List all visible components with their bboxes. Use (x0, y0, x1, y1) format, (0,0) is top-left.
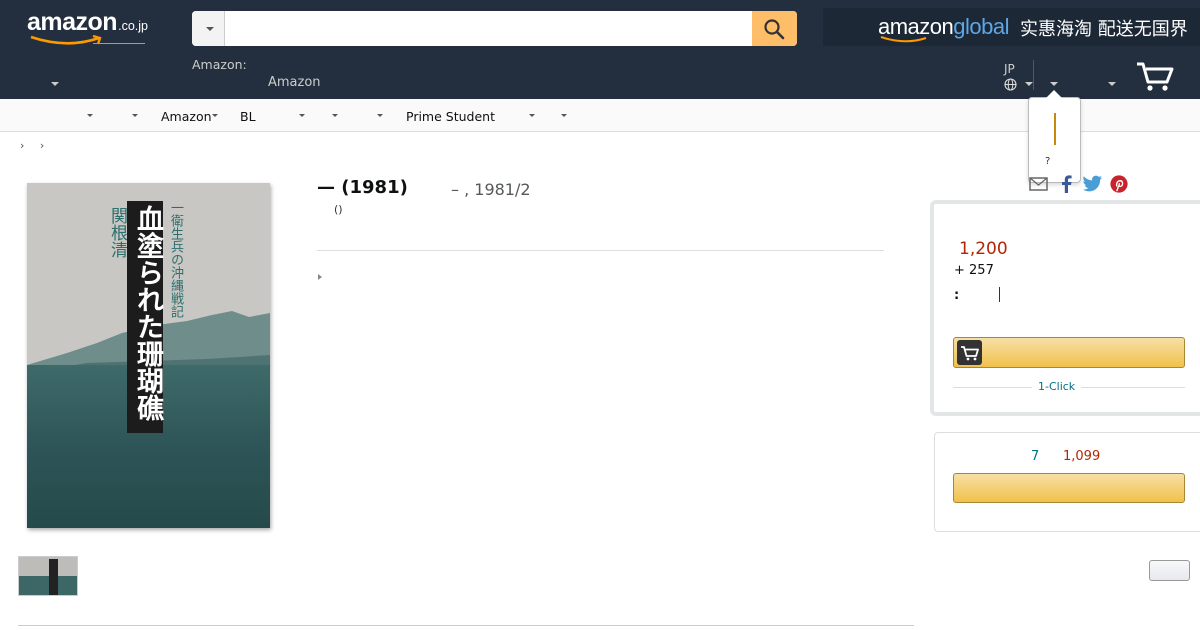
used-offer-price: 1,099 (1063, 449, 1101, 464)
book-cover-image[interactable]: 関根清 血塗られた珊瑚礁 一衛生兵の沖縄戦記 (27, 183, 270, 528)
global-logo-accent: global (953, 14, 1009, 39)
global-slogan: 实惠海淘 配送无国界 (1020, 19, 1188, 40)
nav-caret-icon[interactable] (529, 114, 535, 117)
logo-underline (93, 43, 145, 44)
cart-button-icon-box (957, 340, 982, 365)
account-popover[interactable]: ? (1028, 90, 1081, 183)
product-format: () (334, 203, 343, 216)
nav-caret-icon[interactable] (377, 114, 383, 117)
popover-question[interactable]: ? (1045, 156, 1050, 167)
twitter-icon[interactable] (1083, 175, 1103, 192)
search-bar (192, 11, 797, 46)
cover-subtitle: 一衛生兵の沖縄戦記 (168, 201, 183, 318)
expand-arrow-icon[interactable] (318, 274, 322, 280)
price: 1,200 (959, 239, 1008, 259)
section-divider (317, 250, 884, 251)
used-offers-box: 7 1,099 (934, 432, 1200, 532)
nav-item-bl[interactable]: BL (240, 109, 256, 124)
logo-tld: .co.jp (118, 19, 148, 33)
nav-caret-icon[interactable] (132, 114, 138, 117)
amazon-global-banner[interactable]: amazonglobal 实惠海淘 配送无国界 (823, 8, 1200, 46)
orders-caret-icon[interactable] (1108, 82, 1116, 86)
language-caret-icon[interactable] (1025, 82, 1033, 86)
nav-item-amazon[interactable]: Amazon (161, 109, 212, 124)
pinterest-icon[interactable] (1110, 175, 1128, 193)
cover-title: 血塗られた珊瑚礁 (132, 205, 163, 421)
search-icon (764, 19, 785, 40)
caret-down-icon (206, 27, 214, 31)
email-share-icon[interactable] (1029, 175, 1049, 191)
amazon-logo[interactable]: amazon.co.jp (27, 8, 157, 48)
shipping-fee: + 257 (954, 263, 994, 278)
search-button[interactable] (752, 11, 797, 46)
product-title: — (1981) (317, 177, 408, 198)
small-button[interactable] (1149, 560, 1190, 581)
delivery-location-label[interactable]: Amazon: (192, 57, 247, 72)
header-separator (1033, 60, 1034, 90)
facebook-icon[interactable] (1058, 175, 1076, 193)
delivery-info: : (954, 287, 1000, 303)
smile-icon (30, 35, 102, 45)
product-meta: – , 1981/2 (451, 180, 531, 199)
category-nav: Amazon BL Prime Student (0, 99, 1200, 132)
breadcrumb[interactable]: › › (20, 139, 50, 152)
globe-icon (1004, 78, 1017, 91)
nav-caret-icon[interactable] (87, 114, 93, 117)
section-divider (18, 625, 914, 626)
language-selector[interactable]: JP (1004, 62, 1017, 94)
top-header: amazon.co.jp amazonglobal 实惠海淘 配送无国界 Ama… (0, 0, 1200, 99)
text-cursor (999, 287, 1000, 302)
cover-author: 関根清 (107, 207, 127, 258)
nav-item-prime-student[interactable]: Prime Student (406, 109, 495, 124)
cart-icon (961, 346, 979, 361)
logo-word: amazon (27, 8, 118, 36)
see-used-offers-button[interactable] (953, 473, 1185, 503)
nav-caret-icon[interactable] (561, 114, 567, 117)
all-menu-caret-icon[interactable] (51, 82, 59, 86)
search-scope-dropdown[interactable] (192, 11, 225, 46)
nav-caret-icon[interactable] (332, 114, 338, 117)
delivery-location-value[interactable]: Amazon (268, 75, 321, 90)
popover-bar (1054, 113, 1056, 145)
nav-caret-icon[interactable] (212, 114, 218, 117)
search-input[interactable] (225, 11, 752, 46)
used-offer-count[interactable]: 7 (1031, 449, 1039, 464)
cart-icon[interactable] (1135, 60, 1175, 92)
delivery-label: : (954, 288, 960, 303)
buy-box: 1,200 + 257 : 1-Click (930, 200, 1200, 416)
cover-thumbnail[interactable] (18, 556, 78, 596)
share-row (1029, 173, 1129, 195)
account-caret-icon[interactable] (1050, 82, 1058, 86)
thumbnail-band (49, 559, 58, 595)
nav-caret-icon[interactable] (299, 114, 305, 117)
one-click-link[interactable]: 1-Click (1032, 380, 1082, 393)
global-smile-icon (880, 36, 927, 43)
language-code: JP (1004, 62, 1015, 76)
add-to-cart-button[interactable] (953, 337, 1185, 368)
